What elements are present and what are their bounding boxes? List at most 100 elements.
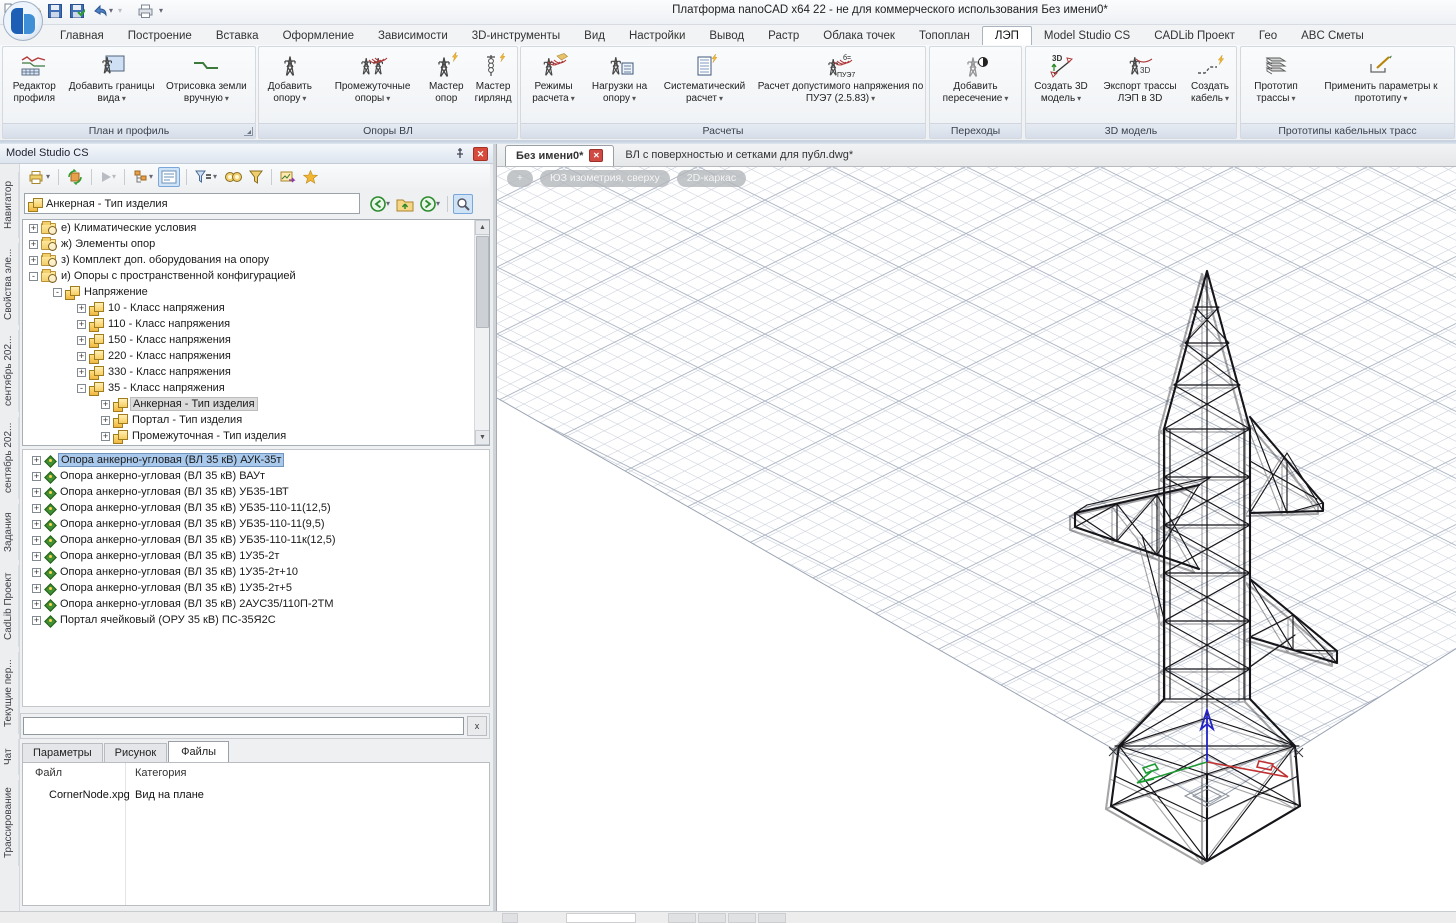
systematic-calc-button[interactable]: Систематический расчет [654,50,756,106]
expander-icon[interactable]: - [77,384,86,393]
tree-item[interactable]: +150 - Класс напряжения [23,332,489,348]
vtab-september-1[interactable]: сентябрь 202... [0,330,19,412]
tree-item[interactable]: +е) Климатические условия [23,220,489,236]
list-item[interactable]: +Портал ячейковый (ОРУ 35 кВ) ПС-35Я2С [23,612,489,628]
pue7-voltage-calc-button[interactable]: б=ПУЭ7 Расчет допустимого напряжения по … [757,50,925,106]
ribbon-tab[interactable]: Вывод [697,27,756,45]
vtab-chat[interactable]: Чат [0,739,19,775]
expander-icon[interactable]: - [53,288,62,297]
route-prototype-button[interactable]: Прототип трассы [1243,50,1309,106]
scroll-down-icon[interactable]: ▼ [475,430,490,445]
transmission-tower-model[interactable] [1070,271,1337,864]
dialog-launcher-icon[interactable] [244,127,253,136]
expander-icon[interactable]: + [77,352,86,361]
tree-item[interactable]: +Промежуточная - Тип изделия [23,428,489,444]
tree-item[interactable]: +ж) Элементы опор [23,236,489,252]
viewport-add-button[interactable]: + [507,170,533,187]
ribbon-tab[interactable]: Гео [1247,27,1289,45]
ribbon-tab[interactable]: Топоплан [907,27,982,45]
tower-master-button[interactable]: Мастер опор [424,50,468,106]
export-lep-3d-button[interactable]: 3D Экспорт трассы ЛЭП в 3D [1097,50,1183,106]
card-view-icon[interactable] [158,167,180,187]
close-icon[interactable]: ✕ [473,147,488,161]
pin-icon[interactable] [453,147,467,161]
expander-icon[interactable]: - [29,272,38,281]
vtab-tracing[interactable]: Трассирование [0,780,19,866]
ribbon-tab[interactable]: Главная [48,27,116,45]
ribbon-tab[interactable]: Растр [756,27,811,45]
vtab-properties[interactable]: Свойства эле... [0,243,19,325]
document-tab[interactable]: ВЛ с поверхностью и сетками для публ.dwg… [614,145,864,166]
layout-tab-stub[interactable] [698,913,726,923]
vtab-cadlib-project[interactable]: CadLib Проект [0,565,19,647]
visual-style-button[interactable]: 2D-каркас [677,170,746,187]
vtab-navigator[interactable]: Навигатор [0,172,19,238]
nav-back-icon[interactable]: ▾ [368,194,392,214]
model-canvas[interactable] [497,167,1456,911]
ribbon-tab[interactable]: Облака точек [811,27,907,45]
list-item-selected[interactable]: +Опора анкерно-угловая (ВЛ 35 кВ) АУК-35… [23,452,489,468]
tab-drawing[interactable]: Рисунок [104,743,168,762]
list-item[interactable]: +Опора анкерно-угловая (ВЛ 35 кВ) УБ35-1… [23,484,489,500]
tree-options-icon[interactable]: ▾ [131,167,155,187]
layout-tab-stub[interactable] [758,913,786,923]
column-header-file[interactable]: Файл [35,767,62,779]
tree-item[interactable]: +110 - Класс напряжения [23,316,489,332]
expander-icon[interactable]: + [77,304,86,313]
ribbon-tab[interactable]: Model Studio CS [1032,27,1142,45]
clear-search-button[interactable]: x [467,716,487,736]
expander-icon[interactable]: + [29,240,38,249]
tree-item[interactable]: +з) Комплект доп. оборудования на опору [23,252,489,268]
tab-parameters[interactable]: Параметры [22,743,103,762]
expander-icon[interactable]: + [32,568,41,577]
folder-up-icon[interactable] [394,194,416,214]
tree-item[interactable]: -и) Опоры с пространственной конфигураци… [23,268,489,284]
layout-tab-stub[interactable] [668,913,696,923]
column-header-category[interactable]: Категория [135,767,186,779]
vtab-september-2[interactable]: сентябрь 202... [0,417,19,499]
expander-icon[interactable]: + [32,536,41,545]
expander-icon[interactable]: + [29,224,38,233]
document-tab-active[interactable]: Без имени0* ✕ [505,145,614,166]
expander-icon[interactable]: + [101,432,110,441]
ribbon-tab-lep[interactable]: ЛЭП [982,26,1032,45]
draw-ground-manually-button[interactable]: Отрисовка земли вручную [158,50,255,106]
expander-icon[interactable]: + [32,552,41,561]
expander-icon[interactable]: + [77,320,86,329]
db-sync-icon[interactable] [65,167,85,187]
garland-master-button[interactable]: Мастер гирлянд [469,50,517,106]
add-tower-button[interactable]: Добавить опору [259,50,321,106]
save-as-icon[interactable] [68,2,86,20]
print-icon[interactable]: ▾ [26,167,52,187]
create-3d-model-button[interactable]: 3D Создать 3D модель [1026,50,1096,106]
list-item[interactable]: +Опора анкерно-угловая (ВЛ 35 кВ) УБ35-1… [23,500,489,516]
expander-icon[interactable]: + [32,616,41,625]
list-item[interactable]: +Опора анкерно-угловая (ВЛ 35 кВ) 2АУС35… [23,596,489,612]
profile-editor-button[interactable]: Редактор профиля [3,50,66,106]
tree-item[interactable]: -35 - Класс напряжения [23,380,489,396]
list-item[interactable]: +Опора анкерно-угловая (ВЛ 35 кВ) 1У35-2… [23,580,489,596]
find-icon[interactable] [222,168,244,186]
expander-icon[interactable]: + [32,520,41,529]
tree-item-selected[interactable]: +Анкерная - Тип изделия [23,396,489,412]
tab-files[interactable]: Файлы [168,741,229,763]
expander-icon[interactable]: + [32,600,41,609]
list-item[interactable]: +Опора анкерно-угловая (ВЛ 35 кВ) 1У35-2… [23,548,489,564]
ribbon-tab[interactable]: Оформление [271,27,366,45]
table-cell-file[interactable]: CornerNode.xpg [49,789,130,801]
table-cell-category[interactable]: Вид на плане [135,789,204,801]
scroll-thumb[interactable] [476,236,489,328]
ribbon-tab[interactable]: CADLib Проект [1142,27,1247,45]
ribbon-tab[interactable]: Настройки [617,27,697,45]
app-logo-icon[interactable] [3,1,43,41]
funnel-icon[interactable] [247,168,265,186]
expander-icon[interactable]: + [77,368,86,377]
tree-item[interactable]: +10 - Класс напряжения [23,300,489,316]
expander-icon[interactable]: + [32,584,41,593]
layout-tab-stub[interactable] [728,913,756,923]
expander-icon[interactable]: + [32,456,41,465]
apply-prototype-params-button[interactable]: Применить параметры к прототипу [1310,50,1452,106]
list-item[interactable]: +Опора анкерно-угловая (ВЛ 35 кВ) УБ35-1… [23,532,489,548]
create-cable-button[interactable]: Создать кабель [1184,50,1236,106]
layout-tab-stub[interactable] [502,913,518,923]
